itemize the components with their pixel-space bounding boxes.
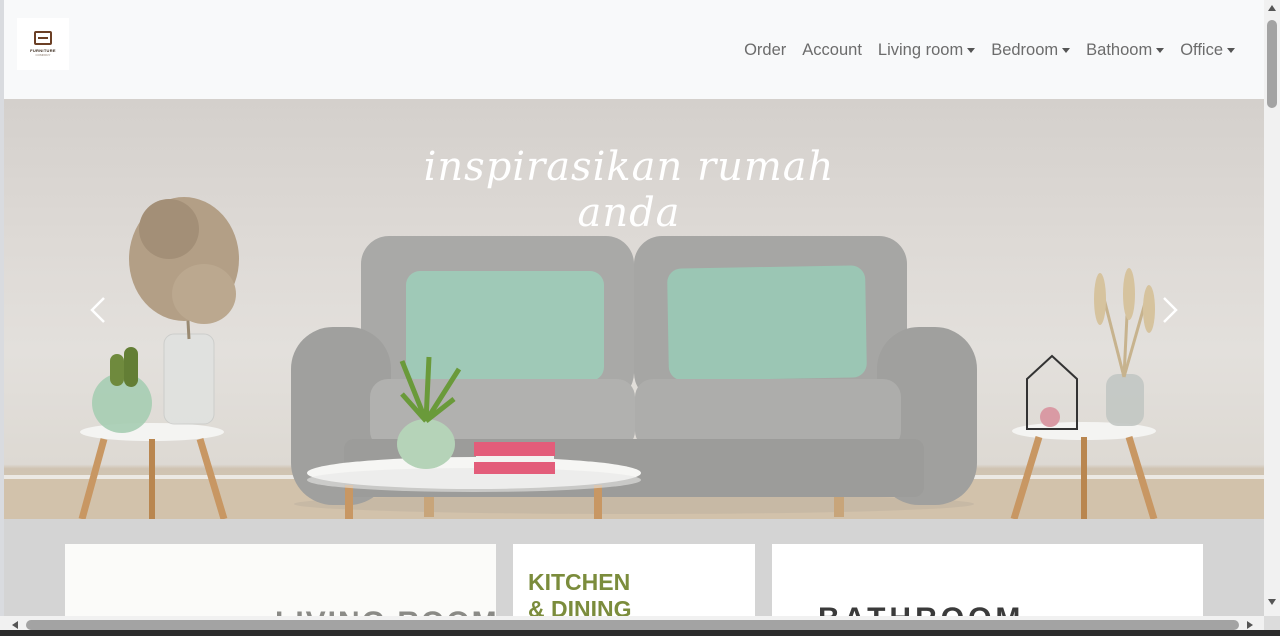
scroll-down-icon[interactable]: [1268, 599, 1276, 605]
scroll-up-icon[interactable]: [1268, 5, 1276, 11]
category-card-living-room[interactable]: LIVING ROOM: [65, 544, 496, 616]
card-title-line: & DINING: [528, 596, 632, 616]
nav-item-living-room[interactable]: Living room: [870, 38, 983, 62]
caret-down-icon: [1156, 48, 1165, 53]
nav-item-order[interactable]: Order: [736, 38, 794, 62]
horizontal-scroll-thumb[interactable]: [26, 620, 1239, 630]
furniture-icon: [34, 31, 52, 45]
category-card-bathroom[interactable]: BATHROOM: [772, 544, 1203, 616]
window-bottom-edge: [0, 630, 1280, 636]
nav-item-label: Bedroom: [991, 40, 1059, 59]
nav-item-label: Living room: [877, 40, 964, 59]
caret-down-icon: [1227, 48, 1235, 53]
caret-down-icon: [1062, 48, 1071, 53]
nav-menu: Order Account Living room Bedroom Bathoo…: [736, 38, 1243, 62]
carousel-next-button[interactable]: [1154, 295, 1184, 325]
carousel-prev-button[interactable]: [84, 295, 114, 325]
vertical-scrollbar[interactable]: [1264, 0, 1280, 616]
card-title: KITCHEN & DINING: [528, 569, 632, 616]
nav-item-label: Account: [802, 40, 862, 59]
nav-item-label: Order: [744, 40, 787, 59]
hero-carousel: inspirasikan rumah anda: [4, 99, 1264, 519]
nav-item-label: Office: [1180, 40, 1223, 59]
hero-title: inspirasikan rumah anda: [423, 144, 835, 236]
nav-item-account[interactable]: Account: [794, 38, 870, 62]
nav-item-office[interactable]: Office: [1172, 38, 1243, 62]
brand-subtitle: COMPANY: [35, 53, 51, 57]
caret-down-icon: [967, 48, 976, 53]
category-card-kitchen[interactable]: KITCHEN & DINING: [513, 544, 755, 616]
navbar: FURNITURE COMPANY Order Account Living r…: [4, 0, 1264, 99]
nav-item-bedroom[interactable]: Bedroom: [983, 38, 1078, 62]
card-title: BATHROOM: [818, 602, 1024, 616]
scroll-right-icon[interactable]: [1247, 621, 1253, 629]
brand-logo[interactable]: FURNITURE COMPANY: [17, 18, 69, 70]
chevron-right-icon: [1163, 297, 1178, 323]
page-viewport: FURNITURE COMPANY Order Account Living r…: [4, 0, 1264, 616]
card-title: LIVING ROOM: [275, 606, 496, 616]
chevron-left-icon: [90, 297, 105, 323]
nav-item-bathroom[interactable]: Bathoom: [1078, 38, 1172, 62]
card-title-line: KITCHEN: [528, 569, 631, 595]
scroll-left-icon[interactable]: [12, 621, 18, 629]
vertical-scroll-thumb[interactable]: [1267, 20, 1277, 108]
nav-item-label: Bathoom: [1086, 40, 1153, 59]
